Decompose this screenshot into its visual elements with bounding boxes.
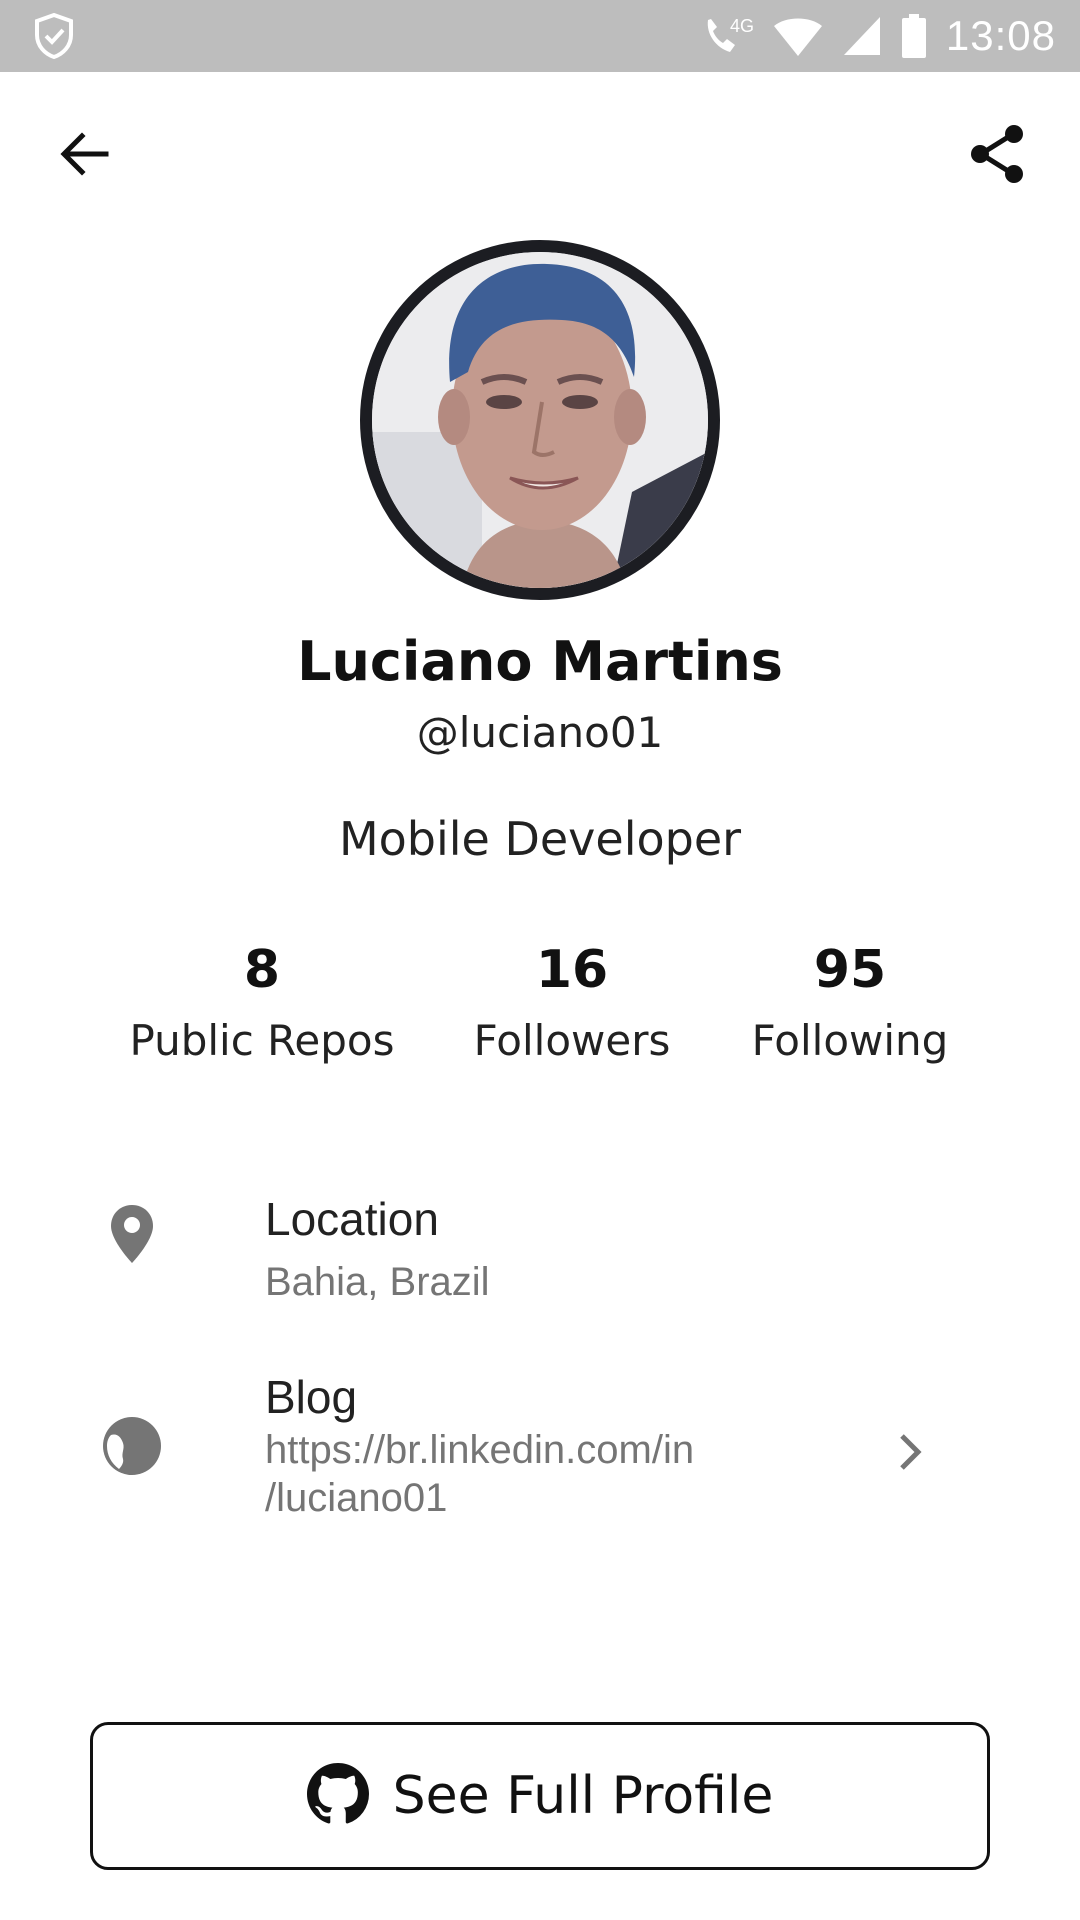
github-icon: [306, 1763, 369, 1829]
location-title: Location: [265, 1193, 439, 1245]
profile-name: Luciano Martins: [297, 630, 783, 693]
blog-title: Blog: [265, 1371, 358, 1423]
avatar: [360, 240, 720, 600]
chevron-right-icon[interactable]: [890, 1424, 930, 1480]
back-button[interactable]: [56, 128, 112, 184]
stat-public-repos[interactable]: 8 Public Repos: [120, 936, 404, 1065]
location-row: Location Bahia, Brazil: [0, 1180, 1080, 1320]
share-button[interactable]: [966, 124, 1030, 188]
blog-url-line1: https://br.linkedin.com/in: [265, 1428, 695, 1472]
arrow-left-icon: [58, 130, 110, 182]
profile-username: @luciano01: [416, 708, 664, 757]
wifi-call-icon: 4G: [700, 12, 754, 60]
globe-icon: [96, 1410, 168, 1482]
stat-label: Followers: [473, 1016, 671, 1065]
blog-url-line2: /luciano01: [265, 1476, 448, 1520]
profile-bio: Mobile Developer: [338, 812, 742, 866]
stat-followers[interactable]: 16 Followers: [462, 936, 682, 1065]
network-label: 4G: [730, 16, 754, 36]
share-icon: [969, 123, 1027, 189]
stat-label: Public Repos: [129, 1016, 395, 1065]
battery-icon: [900, 13, 928, 59]
blog-url[interactable]: https://br.linkedin.com/in /luciano01: [265, 1426, 785, 1522]
avatar-photo: [372, 252, 708, 588]
blog-row[interactable]: Blog https://br.linkedin.com/in /luciano…: [0, 1360, 1080, 1540]
see-full-profile-button[interactable]: See Full Profile: [90, 1722, 990, 1870]
location-pin-icon: [96, 1198, 168, 1270]
stat-label: Following: [751, 1016, 949, 1065]
status-time: 13:08: [945, 12, 1056, 59]
see-full-profile-label: See Full Profile: [392, 1766, 774, 1826]
stat-value: 95: [813, 940, 887, 1000]
status-bar: 4G 13:08: [0, 0, 1080, 72]
stat-following[interactable]: 95 Following: [740, 936, 960, 1065]
stat-value: 8: [243, 940, 281, 1000]
cellular-signal-icon: [842, 15, 882, 57]
stat-value: 16: [535, 940, 609, 1000]
wifi-icon: [772, 14, 824, 58]
location-value: Bahia, Brazil: [265, 1260, 490, 1304]
shield-check-icon: [34, 12, 74, 60]
